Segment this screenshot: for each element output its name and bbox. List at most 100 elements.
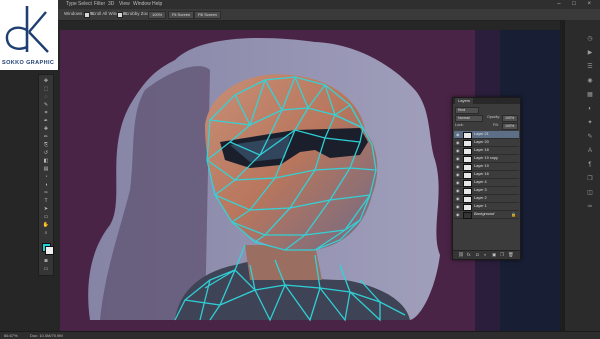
layer-row[interactable]: ◉ Layer 2 <box>454 195 519 203</box>
background-color-swatch[interactable] <box>45 246 54 255</box>
menu-3d[interactable]: 3D <box>108 1 114 7</box>
menu-type[interactable]: Type <box>66 1 77 7</box>
swatches-panel-icon[interactable]: ▦ <box>586 92 594 99</box>
menu-bar: Type Select Filter 3D View Window Help –… <box>0 0 600 9</box>
menu-window[interactable]: Window <box>133 1 151 7</box>
blur-icon[interactable]: ◔ <box>42 175 50 180</box>
brand-logo: SOKKO GRAPHIC <box>0 0 58 70</box>
layer-row[interactable]: ◉ Layer 4 <box>454 179 519 187</box>
menu-help[interactable]: Help <box>152 1 162 7</box>
layer-row[interactable]: ◉ Layer 18 <box>454 147 519 155</box>
adjustment-icon[interactable]: ◐ <box>484 252 487 258</box>
fill-screen-button[interactable]: Fill Screen <box>194 11 221 19</box>
layer-thumbnail <box>463 180 472 187</box>
layer-row[interactable]: ◉ Layer 1 <box>454 203 519 211</box>
layer-row[interactable]: ◉ Background 🔒 <box>454 211 519 219</box>
layers-panel-icon[interactable]: ❐ <box>586 176 594 183</box>
screen-mode-icon[interactable]: ▭ <box>42 267 50 272</box>
layer-name: Layer 3 <box>474 188 487 192</box>
link-icon[interactable]: ⛓ <box>458 252 464 258</box>
quick-mask-icon[interactable]: ◙ <box>42 259 50 264</box>
layer-filter-kind[interactable]: Kind <box>455 107 479 114</box>
layer-name: Layer 4 <box>474 180 487 184</box>
visibility-eye-icon[interactable]: ◉ <box>456 212 460 217</box>
lock-label: Lock: <box>455 123 464 127</box>
visibility-eye-icon[interactable]: ◉ <box>456 180 460 185</box>
new-layer-icon[interactable]: ❐ <box>500 252 504 258</box>
crop-icon[interactable]: ⌗ <box>42 111 50 116</box>
visibility-eye-icon[interactable]: ◉ <box>456 148 460 153</box>
visibility-eye-icon[interactable]: ◉ <box>456 188 460 193</box>
opacity-field[interactable]: 100% <box>502 115 518 122</box>
adjustments-panel-icon[interactable]: ◐ <box>586 106 594 113</box>
path-select-icon[interactable]: ➤ <box>42 207 50 212</box>
marquee-icon[interactable]: ⬚ <box>42 87 50 92</box>
pen-icon[interactable]: ✑ <box>42 191 50 196</box>
document-info[interactable]: Doc: 10.0M/70.9M <box>30 333 63 338</box>
layer-name: Layer 16 <box>474 172 489 176</box>
layer-row[interactable]: ◉ Layer 21 <box>454 131 519 139</box>
lock-icon: 🔒 <box>511 212 516 217</box>
layer-thumbnail <box>463 188 472 195</box>
layer-row[interactable]: ◉ Layer 20 <box>454 139 519 147</box>
dodge-icon[interactable]: ◑ <box>42 183 50 188</box>
zoom-level[interactable]: 66.67% <box>4 333 18 338</box>
layer-row[interactable]: ◉ Layer 16 <box>454 171 519 179</box>
visibility-eye-icon[interactable]: ◉ <box>456 164 460 169</box>
layer-thumbnail <box>463 132 472 139</box>
mask-icon[interactable]: ◘ <box>476 252 479 258</box>
paths-panel-icon[interactable]: ✑ <box>586 204 594 211</box>
trash-icon[interactable]: 🗑 <box>508 252 514 258</box>
layer-row[interactable]: ◉ Layer 19 <box>454 163 519 171</box>
paragraph-panel-icon[interactable]: ¶ <box>586 162 594 169</box>
eraser-icon[interactable]: ◧ <box>42 159 50 164</box>
history-panel-icon[interactable]: ◷ <box>586 36 594 43</box>
options-bar: Windows & PS Scroll All Windows Scrubby … <box>0 9 600 21</box>
healing-icon[interactable]: ✚ <box>42 127 50 132</box>
blend-mode-select[interactable]: Normal <box>455 115 483 122</box>
layer-row[interactable]: ◉ Layer 19 copy <box>454 155 519 163</box>
layers-panel[interactable]: Layers Kind Normal Opacity: 100% Lock: F… <box>452 97 521 260</box>
menu-select[interactable]: Select <box>78 1 92 7</box>
visibility-eye-icon[interactable]: ◉ <box>456 204 460 209</box>
eyedropper-icon[interactable]: ✒ <box>42 119 50 124</box>
layers-footer: ⛓ fx ◘ ◐ ▣ ❐ 🗑 <box>453 250 520 259</box>
tab-layers[interactable]: Layers <box>455 98 474 104</box>
brush-icon[interactable]: ✏ <box>42 135 50 140</box>
layer-row[interactable]: ◉ Layer 3 <box>454 187 519 195</box>
group-icon[interactable]: ▣ <box>492 252 496 258</box>
gradient-icon[interactable]: ▤ <box>42 167 50 172</box>
visibility-eye-icon[interactable]: ◉ <box>456 156 460 161</box>
fx-icon[interactable]: fx <box>467 252 471 258</box>
hand-icon[interactable]: ✋ <box>42 223 50 228</box>
history-brush-icon[interactable]: ↺ <box>42 151 50 156</box>
actions-panel-icon[interactable]: ▶ <box>586 50 594 57</box>
properties-panel-icon[interactable]: ☰ <box>586 64 594 71</box>
window-controls[interactable]: – □ × <box>557 1 596 7</box>
layer-name: Background <box>474 212 495 216</box>
visibility-eye-icon[interactable]: ◉ <box>456 196 460 201</box>
menu-filter[interactable]: Filter <box>94 1 105 7</box>
visibility-eye-icon[interactable]: ◉ <box>456 172 460 177</box>
lasso-icon[interactable]: ◌ <box>42 95 50 100</box>
zoom-100-button[interactable]: 100% <box>148 11 167 19</box>
quick-select-icon[interactable]: ✎ <box>42 103 50 108</box>
brush-panel-icon[interactable]: ✎ <box>586 134 594 141</box>
channels-panel-icon[interactable]: ◫ <box>586 190 594 197</box>
fill-field[interactable]: 100% <box>502 123 518 130</box>
panel-dock: ◷ ▶ ☰ ◉ ▦ ◐ ✦ ✎ A ¶ ❐ ◫ ✑ <box>564 20 600 332</box>
menu-view[interactable]: View <box>119 1 130 7</box>
layer-name: Layer 2 <box>474 196 487 200</box>
clone-stamp-icon[interactable]: ⎘ <box>42 143 50 148</box>
type-icon[interactable]: T <box>42 199 50 204</box>
shape-icon[interactable]: ▭ <box>42 215 50 220</box>
visibility-eye-icon[interactable]: ◉ <box>456 140 460 145</box>
zoom-icon[interactable]: ⌕ <box>42 231 50 236</box>
color-panel-icon[interactable]: ◉ <box>586 78 594 85</box>
visibility-eye-icon[interactable]: ◉ <box>456 132 460 137</box>
fit-screen-button[interactable]: Fit Screen <box>168 11 195 19</box>
move-icon[interactable]: ✥ <box>42 79 50 84</box>
styles-panel-icon[interactable]: ✦ <box>586 120 594 127</box>
logo-mark-icon <box>5 6 49 53</box>
character-panel-icon[interactable]: A <box>586 148 594 155</box>
